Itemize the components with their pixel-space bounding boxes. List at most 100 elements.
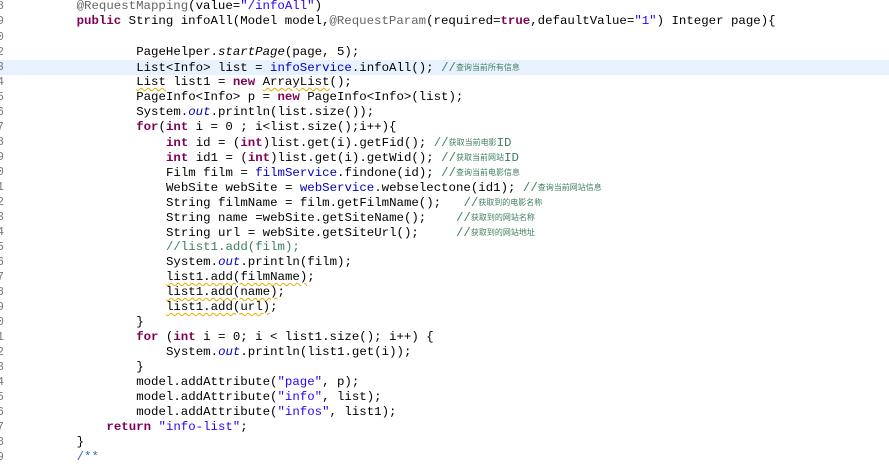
code-token: (); <box>329 75 352 89</box>
code-token: list1.add(filmName) <box>166 270 308 284</box>
line-code: for(int i = 0 ; i<list.size();i++){ <box>136 120 396 135</box>
code-token: // <box>522 181 538 195</box>
code-token: filmService <box>255 166 338 180</box>
code-line[interactable]: 5 PageInfo<Info> p = new PageInfo<Info>(l… <box>0 90 889 105</box>
code-line[interactable]: 6 System.out.println(list.size()); <box>0 105 889 120</box>
code-line[interactable]: 2 PageHelper.startPage(page, 5); <box>0 45 889 60</box>
code-token: ( <box>158 120 166 134</box>
code-line[interactable]: 7 for(int i = 0 ; i<list.size();i++){ <box>0 120 889 135</box>
code-line[interactable]: 3} <box>0 360 889 375</box>
code-token: "/infoAll" <box>240 0 315 13</box>
code-token: String url = webSite.getSiteUrl(); <box>166 226 456 240</box>
line-code: //list1.add(film); <box>166 240 300 255</box>
line-number: 8 <box>0 286 4 299</box>
code-token: .webselectone(id1); <box>374 181 523 195</box>
line-code: List<Info> list = infoService.infoAll();… <box>136 60 520 76</box>
code-token: )list.get(i).getFid(); <box>262 136 434 150</box>
code-token: System. <box>166 255 219 269</box>
line-number: 8 <box>0 0 4 13</box>
code-token: int <box>166 136 189 150</box>
code-line[interactable]: 0 Film film = filmService.findone(id); //… <box>0 165 889 180</box>
code-editor[interactable]: 8 @RequestMapping(value="/infoAll") 9 publi… <box>0 0 889 465</box>
code-token: "info" <box>277 390 323 404</box>
code-line[interactable]: 9 public String infoAll(Model model,@Requ… <box>0 14 889 29</box>
code-token: int <box>165 120 189 134</box>
code-line[interactable]: 9 int id1 = (int)list.get(i).getWid(); //… <box>0 150 889 165</box>
line-number: 3 <box>0 211 4 224</box>
code-line[interactable]: 4 model.addAttribute("page", p); <box>0 375 889 390</box>
line-number: 0 <box>0 316 4 329</box>
code-token: //list1.add(film); <box>166 240 300 254</box>
line-number: 5 <box>0 241 4 254</box>
code-token: String filmName = film.getFilmName(); <box>166 196 464 210</box>
code-line[interactable]: 8 list1.add(name); <box>0 285 889 300</box>
code-token: // <box>441 151 457 165</box>
code-line[interactable]: 5 //list1.add(film); <box>0 240 889 255</box>
code-line[interactable]: 0 <box>0 30 889 45</box>
line-number: 4 <box>0 76 4 89</box>
line-number: 6 <box>0 406 4 419</box>
code-token: infoService <box>270 61 352 75</box>
code-token: , p); <box>322 375 360 389</box>
line-number: 6 <box>0 256 4 269</box>
code-line[interactable]: 9 /** <box>0 450 889 465</box>
code-line[interactable]: 9 list1.add(url); <box>0 300 889 315</box>
code-token: "page" <box>277 375 323 389</box>
code-token: "infos" <box>277 405 330 419</box>
code-token: // <box>433 136 449 150</box>
code-token: @RequestMapping <box>76 0 189 13</box>
line-code: } <box>77 435 84 450</box>
code-line[interactable]: 5 model.addAttribute("info", list); <box>0 390 889 405</box>
line-code: model.addAttribute("infos", list1); <box>136 405 396 420</box>
code-token: int <box>240 136 263 150</box>
code-line[interactable]: 3 String name =webSite.getSiteName(); //获… <box>0 210 889 225</box>
code-line[interactable]: 8 @RequestMapping(value="/infoAll") <box>0 0 889 14</box>
line-number: 8 <box>0 136 4 149</box>
code-line[interactable]: 8} <box>0 435 889 450</box>
code-token: )list.get(i).getWid(); <box>270 151 442 165</box>
code-line[interactable]: 7 return "info-list"; <box>0 420 889 435</box>
code-line[interactable]: 3 List<Info> list = infoService.infoAll()… <box>0 60 889 75</box>
code-token: int <box>166 151 189 165</box>
code-token: (required= <box>426 14 501 28</box>
line-code: for (int i = 0; i < list1.size(); i++) { <box>136 330 433 345</box>
line-code: /** <box>77 450 99 465</box>
code-line[interactable]: 6 model.addAttribute("infos", list1); <box>0 405 889 420</box>
code-token: , list); <box>322 390 382 404</box>
code-line[interactable]: 4 List list1 = new ArrayList(); <box>0 75 889 90</box>
code-token: id = ( <box>188 136 241 150</box>
line-code: return "info-list"; <box>106 420 247 435</box>
line-code: list1.add(filmName); <box>166 270 315 285</box>
line-number: 1 <box>0 331 4 344</box>
code-line[interactable]: 4 String url = webSite.getSiteUrl(); //获取… <box>0 225 889 240</box>
code-token: .println(list.size()); <box>210 105 375 119</box>
code-token: i = 0; i < list1.size(); i++) { <box>195 330 434 344</box>
line-code: System.out.println(list1.get(i)); <box>166 345 411 360</box>
line-code: list1.add(name); <box>166 285 285 300</box>
code-line[interactable]: 2 System.out.println(list1.get(i)); <box>0 345 889 360</box>
line-number: 0 <box>0 31 4 44</box>
code-token: .println(list1.get(i)); <box>240 345 412 359</box>
line-number: 5 <box>0 391 4 404</box>
code-line[interactable]: 6 System.out.println(film); <box>0 255 889 270</box>
line-number: 7 <box>0 271 4 284</box>
code-token: "info-list" <box>158 420 241 434</box>
code-line[interactable]: 1 WebSite webSite = webService.webselecto… <box>0 180 889 195</box>
code-token: , list1); <box>329 405 397 419</box>
line-number: 9 <box>0 151 4 164</box>
line-code: String name =webSite.getSiteName(); //获取… <box>166 210 535 226</box>
code-line[interactable]: 7 list1.add(filmName); <box>0 270 889 285</box>
line-number: 3 <box>0 61 4 74</box>
code-token: i = 0 ; i<list.size();i++){ <box>188 120 397 134</box>
code-line[interactable]: 0} <box>0 315 889 330</box>
code-token: // <box>441 166 457 180</box>
code-token: 获取当前电影 <box>448 138 497 147</box>
line-code: System.out.println(film); <box>166 255 352 270</box>
code-line[interactable]: 1 for (int i = 0; i < list1.size(); i++) … <box>0 330 889 345</box>
code-token: @RequestParam <box>329 14 427 28</box>
code-line[interactable]: 2 String filmName = film.getFilmName(); /… <box>0 195 889 210</box>
line-code: list1.add(url); <box>166 300 278 315</box>
line-code: List list1 = new ArrayList(); <box>136 75 352 90</box>
code-line[interactable]: 8 int id = (int)list.get(i).getFid(); //获… <box>0 135 889 150</box>
code-token: "1" <box>634 14 657 28</box>
